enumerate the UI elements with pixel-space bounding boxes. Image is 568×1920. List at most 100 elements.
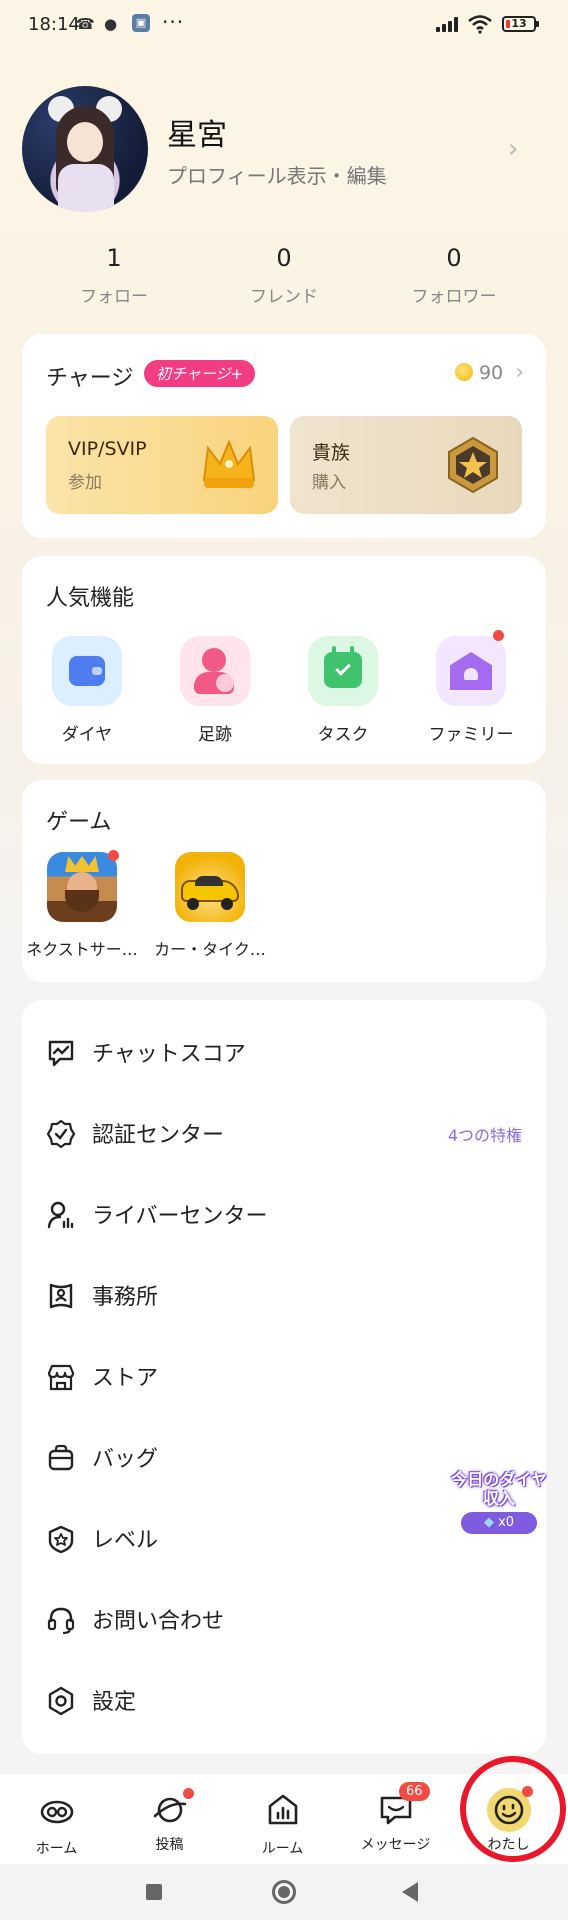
menu-card: チャットスコア 認証センター 4つの特権 ライバーセンター 事務所 ストア バッ… bbox=[22, 1000, 546, 1754]
noble-title: 貴族 bbox=[312, 442, 351, 464]
nav-post[interactable]: 投稿 bbox=[113, 1774, 226, 1864]
followers-count[interactable]: 0 bbox=[374, 244, 534, 272]
feature-diamond[interactable]: ダイヤ bbox=[24, 636, 150, 745]
chat-score-icon bbox=[48, 1040, 74, 1067]
calendar-check-icon bbox=[308, 636, 378, 706]
missed-call-icon: ☎ bbox=[76, 15, 95, 33]
store-icon bbox=[47, 1364, 75, 1391]
menu-settings[interactable]: 設定 bbox=[22, 1658, 546, 1739]
coin-balance[interactable]: 90 › bbox=[454, 360, 524, 385]
following-label[interactable]: フォロー bbox=[34, 282, 194, 307]
vip-title: VIP/SVIP bbox=[68, 438, 147, 460]
friends-count[interactable]: 0 bbox=[204, 244, 364, 272]
features-card: 人気機能 ダイヤ 足跡 タスク ファミリー bbox=[22, 556, 546, 764]
feature-footprint[interactable]: 足跡 bbox=[152, 636, 278, 745]
nav-messages[interactable]: 66 メッセージ bbox=[339, 1774, 452, 1864]
diamond-count-pill: ◆ x0 bbox=[461, 1512, 537, 1534]
menu-label: 認証センター bbox=[92, 1123, 225, 1148]
footprint-icon bbox=[180, 636, 250, 706]
feature-task[interactable]: タスク bbox=[280, 636, 406, 745]
chevron-right-icon: › bbox=[515, 360, 524, 385]
feature-family[interactable]: ファミリー bbox=[408, 630, 534, 745]
menu-label: ストア bbox=[92, 1366, 159, 1391]
menu-label: ライバーセンター bbox=[92, 1204, 268, 1229]
game-item[interactable]: カー・タイク… bbox=[148, 852, 272, 960]
chevron-right-icon[interactable]: › bbox=[508, 134, 518, 164]
notification-dot bbox=[493, 630, 504, 641]
menu-contact[interactable]: お問い合わせ bbox=[22, 1577, 546, 1658]
coin-icon bbox=[454, 363, 473, 381]
feature-label: 足跡 bbox=[198, 725, 232, 745]
home-icon bbox=[40, 1800, 73, 1824]
menu-agency[interactable]: 事務所 bbox=[22, 1253, 546, 1334]
signal-icon bbox=[436, 16, 462, 32]
features-title: 人気機能 bbox=[46, 586, 135, 611]
charge-card: チャージ 初チャージ+ 90 › VIP/SVIP 参加 貴族 購入 bbox=[22, 334, 546, 538]
menu-store[interactable]: ストア bbox=[22, 1334, 546, 1415]
bag-icon bbox=[48, 1444, 74, 1471]
agency-icon bbox=[49, 1283, 73, 1309]
widget-title-line1: 今日のダイヤ bbox=[451, 1470, 547, 1489]
menu-label: 設定 bbox=[92, 1690, 137, 1715]
vip-sub: 参加 bbox=[68, 473, 102, 493]
menu-chat-score[interactable]: チャットスコア bbox=[22, 1010, 546, 1091]
menu-label: バッグ bbox=[92, 1447, 159, 1472]
settings-icon bbox=[48, 1686, 74, 1716]
widget-title-line2: 収入 bbox=[482, 1489, 515, 1508]
nav-label: 投稿 bbox=[155, 1837, 184, 1853]
menu-label: チャットスコア bbox=[92, 1042, 246, 1067]
nav-label: ルーム bbox=[261, 1841, 304, 1857]
user-name[interactable]: 星宮 bbox=[167, 110, 227, 154]
games-title: ゲーム bbox=[46, 810, 112, 835]
verified-badge-icon bbox=[46, 1119, 76, 1149]
nav-home[interactable]: ホーム bbox=[0, 1774, 113, 1864]
message-count-badge: 66 bbox=[398, 1782, 430, 1801]
planet-icon bbox=[152, 1788, 194, 1828]
wallet-icon bbox=[52, 636, 122, 706]
friends-label[interactable]: フレンド bbox=[204, 282, 364, 307]
menu-liver-center[interactable]: ライバーセンター bbox=[22, 1172, 546, 1253]
feature-label: ファミリー bbox=[428, 725, 514, 745]
diamond-icon: ◆ bbox=[483, 1515, 494, 1530]
feature-label: ダイヤ bbox=[61, 725, 113, 745]
avatar[interactable] bbox=[22, 86, 148, 212]
liver-icon bbox=[47, 1201, 74, 1229]
coin-amount: 90 bbox=[478, 362, 504, 384]
following-count[interactable]: 1 bbox=[34, 244, 194, 272]
system-nav-bar bbox=[0, 1864, 568, 1920]
status-bar: 18:14 ☎ ● ▣ ··· 13 bbox=[0, 0, 568, 48]
chat-bubble-icon: ● bbox=[104, 15, 118, 33]
first-charge-badge[interactable]: 初チャージ+ bbox=[144, 360, 256, 387]
daily-diamond-widget[interactable]: 今日のダイヤ 収入 ◆ x0 bbox=[444, 1470, 554, 1570]
highlight-circle bbox=[460, 1756, 566, 1862]
family-house-icon bbox=[436, 630, 506, 706]
message-icon: 66 bbox=[378, 1782, 430, 1828]
wifi-icon bbox=[468, 15, 492, 34]
followers-label[interactable]: フォロワー bbox=[374, 282, 534, 307]
menu-label: お問い合わせ bbox=[92, 1609, 225, 1634]
game-label: ネクストサー… bbox=[26, 940, 138, 959]
menu-verification-center[interactable]: 認証センター 4つの特権 bbox=[22, 1091, 546, 1172]
more-notifications-icon: ··· bbox=[162, 10, 185, 34]
crown-icon bbox=[202, 439, 256, 488]
diamond-count: x0 bbox=[498, 1515, 515, 1530]
game-icon-car bbox=[175, 852, 245, 922]
recents-icon[interactable] bbox=[146, 1884, 162, 1900]
game-item[interactable]: ネクストサー… bbox=[20, 850, 144, 960]
privileges-hint: 4つの特権 bbox=[447, 1126, 522, 1145]
noble-medal-icon bbox=[448, 436, 498, 494]
nav-room[interactable]: ルーム bbox=[226, 1774, 339, 1864]
nav-label: ホーム bbox=[35, 1841, 78, 1857]
noble-tile[interactable]: 貴族 購入 bbox=[290, 416, 522, 514]
profile-edit-link[interactable]: プロフィール表示・編集 bbox=[167, 160, 387, 189]
status-time: 18:14 bbox=[28, 14, 80, 35]
charge-title[interactable]: チャージ bbox=[46, 360, 133, 392]
vip-tile[interactable]: VIP/SVIP 参加 bbox=[46, 416, 278, 514]
games-card: ゲーム ネクストサー… カー・タイク… bbox=[22, 780, 546, 982]
level-icon bbox=[48, 1525, 74, 1554]
menu-label: レベル bbox=[92, 1528, 159, 1553]
back-icon[interactable] bbox=[402, 1882, 418, 1902]
headset-icon bbox=[47, 1607, 75, 1635]
battery-level: 13 bbox=[511, 17, 527, 30]
home-system-icon[interactable] bbox=[272, 1880, 296, 1904]
